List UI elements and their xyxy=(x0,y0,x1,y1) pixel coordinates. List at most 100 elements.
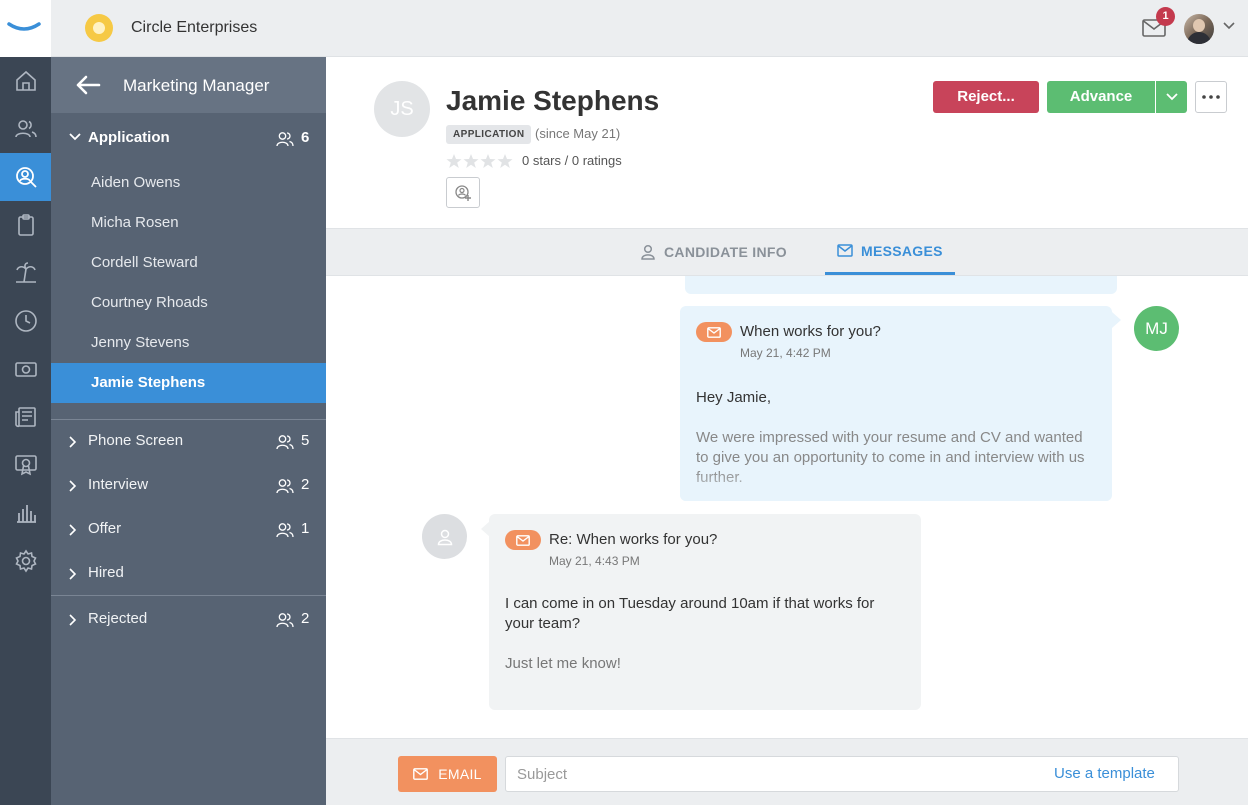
candidate-name: Jamie Stephens xyxy=(91,374,206,391)
candidate-avatar-small xyxy=(422,514,467,559)
email-badge xyxy=(505,530,541,550)
back-arrow-icon[interactable] xyxy=(75,75,101,95)
message-time: May 21, 4:42 PM xyxy=(740,346,831,360)
envelope-icon xyxy=(413,768,429,780)
person-icon xyxy=(437,529,452,545)
use-template-link[interactable]: Use a template xyxy=(1054,765,1155,782)
chevron-right-icon xyxy=(69,614,77,626)
ellipsis-icon xyxy=(1202,95,1220,99)
tab-label: CANDIDATE INFO xyxy=(664,244,787,260)
message-subject: Re: When works for you? xyxy=(549,531,718,548)
stage-count: 5 xyxy=(301,432,310,449)
stage-phone-screen[interactable]: Phone Screen 5 xyxy=(51,420,326,464)
chevron-down-icon xyxy=(1165,93,1178,101)
star-icon[interactable] xyxy=(446,153,462,169)
people-icon[interactable] xyxy=(0,105,51,153)
message-time: May 21, 4:43 PM xyxy=(549,554,640,568)
add-follower-icon xyxy=(455,184,471,201)
rating-summary: 0 stars / 0 ratings xyxy=(522,153,622,168)
fade-overlay xyxy=(680,469,1112,501)
message-thread[interactable]: When works for you? May 21, 4:42 PM Hey … xyxy=(326,276,1248,738)
stage-label: Offer xyxy=(88,520,122,537)
envelope-icon xyxy=(516,534,530,546)
clock-icon[interactable] xyxy=(0,297,51,345)
stage-label: Interview xyxy=(88,476,149,493)
stage-label: Application xyxy=(88,129,170,146)
clipboard-icon[interactable] xyxy=(0,201,51,249)
star-icon[interactable] xyxy=(497,153,513,169)
people-icon xyxy=(276,435,294,450)
stage-hired[interactable]: Hired xyxy=(51,552,326,596)
candidate-item[interactable]: Aiden Owens xyxy=(51,163,326,203)
follow-button[interactable] xyxy=(446,177,480,208)
people-icon xyxy=(276,479,294,494)
candidate-search-icon[interactable] xyxy=(0,153,51,201)
main-panel: JS Jamie Stephens APPLICATION (since May… xyxy=(326,57,1248,805)
previous-message-bubble xyxy=(685,276,1117,294)
message-subject: When works for you? xyxy=(740,323,881,340)
reports-icon[interactable] xyxy=(0,489,51,537)
settings-icon[interactable] xyxy=(0,537,51,585)
candidate-name: Jenny Stevens xyxy=(91,334,190,351)
candidate-name-heading: Jamie Stephens xyxy=(446,85,660,116)
user-avatar[interactable] xyxy=(1184,14,1214,44)
more-options-button[interactable] xyxy=(1195,81,1227,113)
certificate-icon[interactable] xyxy=(0,441,51,489)
chevron-right-icon xyxy=(69,568,77,580)
message-body: I can come in on Tuesday around 10am if … xyxy=(505,595,875,632)
email-button[interactable]: EMAIL xyxy=(398,756,497,792)
email-badge xyxy=(696,322,732,342)
money-icon[interactable] xyxy=(0,345,51,393)
news-icon[interactable] xyxy=(0,393,51,441)
candidate-name: Courtney Rhoads xyxy=(91,294,208,311)
candidate-item-active[interactable]: Jamie Stephens xyxy=(51,363,326,403)
home-icon[interactable] xyxy=(0,57,51,105)
candidate-item[interactable]: Micha Rosen xyxy=(51,203,326,243)
chevron-down-icon[interactable] xyxy=(1223,22,1235,30)
stage-count: 2 xyxy=(301,610,310,627)
app-logo[interactable] xyxy=(0,0,51,57)
reject-button[interactable]: Reject... xyxy=(933,81,1039,113)
advance-dropdown-button[interactable] xyxy=(1156,81,1187,113)
people-icon xyxy=(276,132,294,147)
candidate-item[interactable]: Cordell Steward xyxy=(51,243,326,283)
stage-label: Rejected xyxy=(88,610,148,627)
stage-count: 6 xyxy=(301,129,310,146)
candidate-item[interactable]: Courtney Rhoads xyxy=(51,283,326,323)
tab-label: MESSAGES xyxy=(861,242,943,259)
stage-application[interactable]: Application 6 xyxy=(51,117,326,161)
tab-messages[interactable]: MESSAGES xyxy=(825,229,955,275)
stage-sidebar: Marketing Manager Application 6 Aiden Ow… xyxy=(51,57,326,805)
star-rating[interactable] xyxy=(446,153,513,169)
notification-badge: 1 xyxy=(1156,7,1175,26)
incoming-message: Re: When works for you? May 21, 4:43 PM … xyxy=(489,514,921,710)
company-logo-icon xyxy=(85,14,113,42)
job-header: Marketing Manager xyxy=(51,57,326,113)
chevron-down-icon xyxy=(69,133,81,141)
stage-rejected[interactable]: Rejected 2 xyxy=(51,598,326,642)
person-icon xyxy=(641,244,655,260)
star-icon[interactable] xyxy=(463,153,479,169)
company-name[interactable]: Circle Enterprises xyxy=(131,19,257,37)
nav-rail xyxy=(0,57,51,805)
logo-icon xyxy=(7,22,41,31)
tab-candidate-info[interactable]: CANDIDATE INFO xyxy=(640,229,787,275)
vacation-icon[interactable] xyxy=(0,249,51,297)
candidate-item[interactable]: Jenny Stevens xyxy=(51,323,326,363)
stage-interview[interactable]: Interview 2 xyxy=(51,464,326,508)
star-icon[interactable] xyxy=(480,153,496,169)
people-icon xyxy=(276,523,294,538)
stage-offer[interactable]: Offer 1 xyxy=(51,508,326,552)
message-closing: Just let me know! xyxy=(505,655,621,672)
stage-count: 1 xyxy=(301,520,310,537)
people-icon xyxy=(276,613,294,628)
outgoing-message: When works for you? May 21, 4:42 PM Hey … xyxy=(680,306,1112,501)
bubble-tail xyxy=(1112,312,1121,328)
stage-since-text: (since May 21) xyxy=(535,126,621,141)
advance-button[interactable]: Advance xyxy=(1047,81,1155,113)
envelope-icon xyxy=(837,244,853,257)
stage-count: 2 xyxy=(301,476,310,493)
divider xyxy=(51,595,326,596)
candidate-name: Aiden Owens xyxy=(91,174,181,191)
top-bar: Circle Enterprises 1 xyxy=(0,0,1248,57)
